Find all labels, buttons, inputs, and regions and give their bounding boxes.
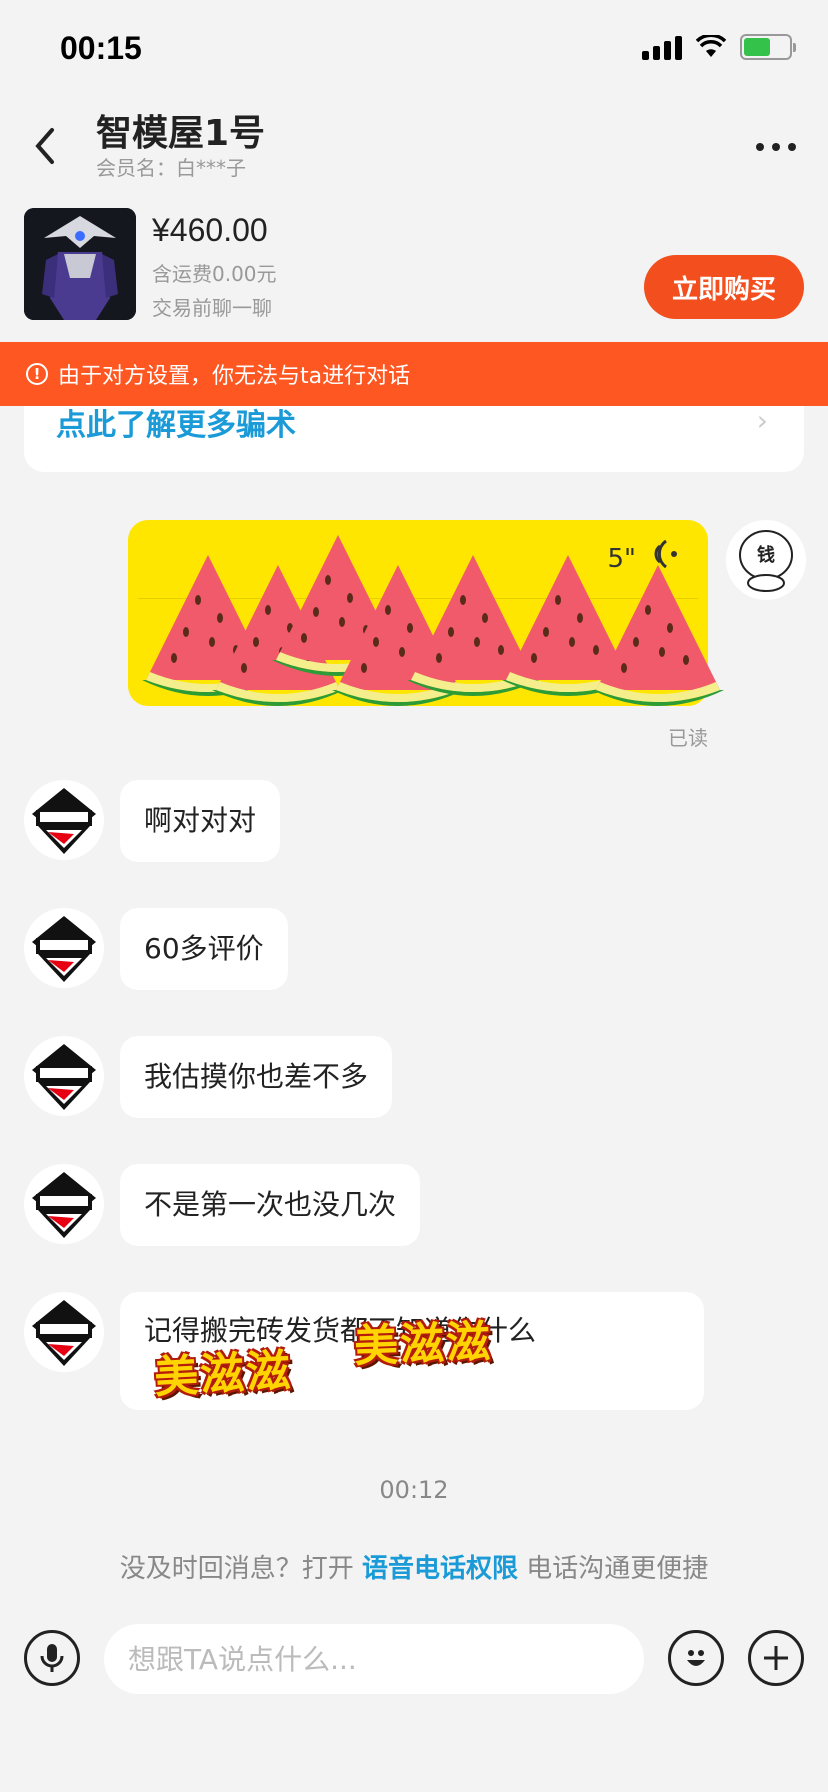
voice-message-bubble[interactable]: 5" [128,520,724,706]
member-name: 会员名：白***子 [96,156,246,180]
meizizi-sticker: 美滋滋 [152,1345,294,1404]
chevron-left-icon [35,128,54,164]
watermelon-sticker-overlay [142,535,724,706]
emoji-icon [687,1650,705,1666]
chevron-right-icon: › [756,404,768,437]
meizizi-sticker: 美滋滋 [353,1316,494,1373]
scam-tips-link[interactable]: 点此了解更多骗术 [56,400,296,444]
status-time: 00:15 [60,30,142,66]
chat-header: 智模屋1号 会员名：白***子 [0,100,828,200]
plus-icon [764,1646,788,1670]
voice-call-callout: 没及时回消息？打开 语音电话权限 电话沟通更便捷 [0,1548,828,1585]
voice-call-permission-link[interactable]: 语音电话权限 [362,1554,518,1584]
product-price: ¥460.00 [152,212,268,248]
figure-image [24,208,136,320]
back-button[interactable] [24,116,64,176]
more-icon [756,143,796,151]
battery-icon [740,34,796,60]
more-actions-button[interactable] [748,1630,804,1686]
ichiban-kuji-logo [24,908,104,988]
chat-title: 智模屋1号 [96,113,266,154]
avatar-text: 钱 [757,544,775,566]
status-icons [642,34,796,60]
message-bubble[interactable]: 不是第一次也没几次 [120,1164,421,1246]
alert-icon: ! [26,363,48,385]
message-input[interactable] [104,1624,644,1694]
voice-input-button[interactable] [24,1630,80,1686]
ichiban-kuji-logo [24,1164,104,1244]
product-card[interactable]: ¥460.00 含运费0.00元 交易前聊一聊 立即购买 [0,200,828,340]
notice-text: 由于对方设置，你无法与ta进行对话 [58,364,411,389]
read-status: 已读 [668,726,708,750]
chat-hint: 交易前聊一聊 [152,296,272,320]
callout-prefix: 没及时回消息？打开 [119,1554,354,1584]
message-bubble[interactable]: 60多评价 [120,908,288,990]
emoji-button[interactable] [668,1630,724,1686]
product-thumbnail[interactable] [24,208,136,320]
seller-avatar[interactable] [24,780,104,860]
ichiban-kuji-logo [24,780,104,860]
ichiban-kuji-logo [24,1292,104,1372]
ichiban-kuji-logo [24,1036,104,1116]
wifi-icon [696,35,726,57]
avatar-sticker: 钱 [739,530,793,592]
microphone-icon [40,1644,64,1672]
seller-avatar[interactable] [24,1036,104,1116]
seller-avatar[interactable] [24,1292,104,1372]
restriction-notice: ! 由于对方设置，你无法与ta进行对话 [0,342,828,406]
message-bubble[interactable]: 啊对对对 [120,780,281,862]
seller-avatar[interactable] [24,908,104,988]
message-bubble[interactable]: 我估摸你也差不多 [120,1036,393,1118]
seller-avatar[interactable] [24,1164,104,1244]
message-input-bar [0,1610,828,1730]
status-bar: 00:15 [0,0,828,100]
signal-icon [642,34,682,60]
more-options-button[interactable] [754,130,798,153]
my-avatar[interactable]: 钱 [726,520,806,600]
buy-now-button[interactable]: 立即购买 [644,255,804,319]
shipping-info: 含运费0.00元 [152,262,277,286]
callout-suffix: 电话沟通更便捷 [526,1554,709,1584]
chat-timestamp: 00:12 [379,1476,449,1504]
